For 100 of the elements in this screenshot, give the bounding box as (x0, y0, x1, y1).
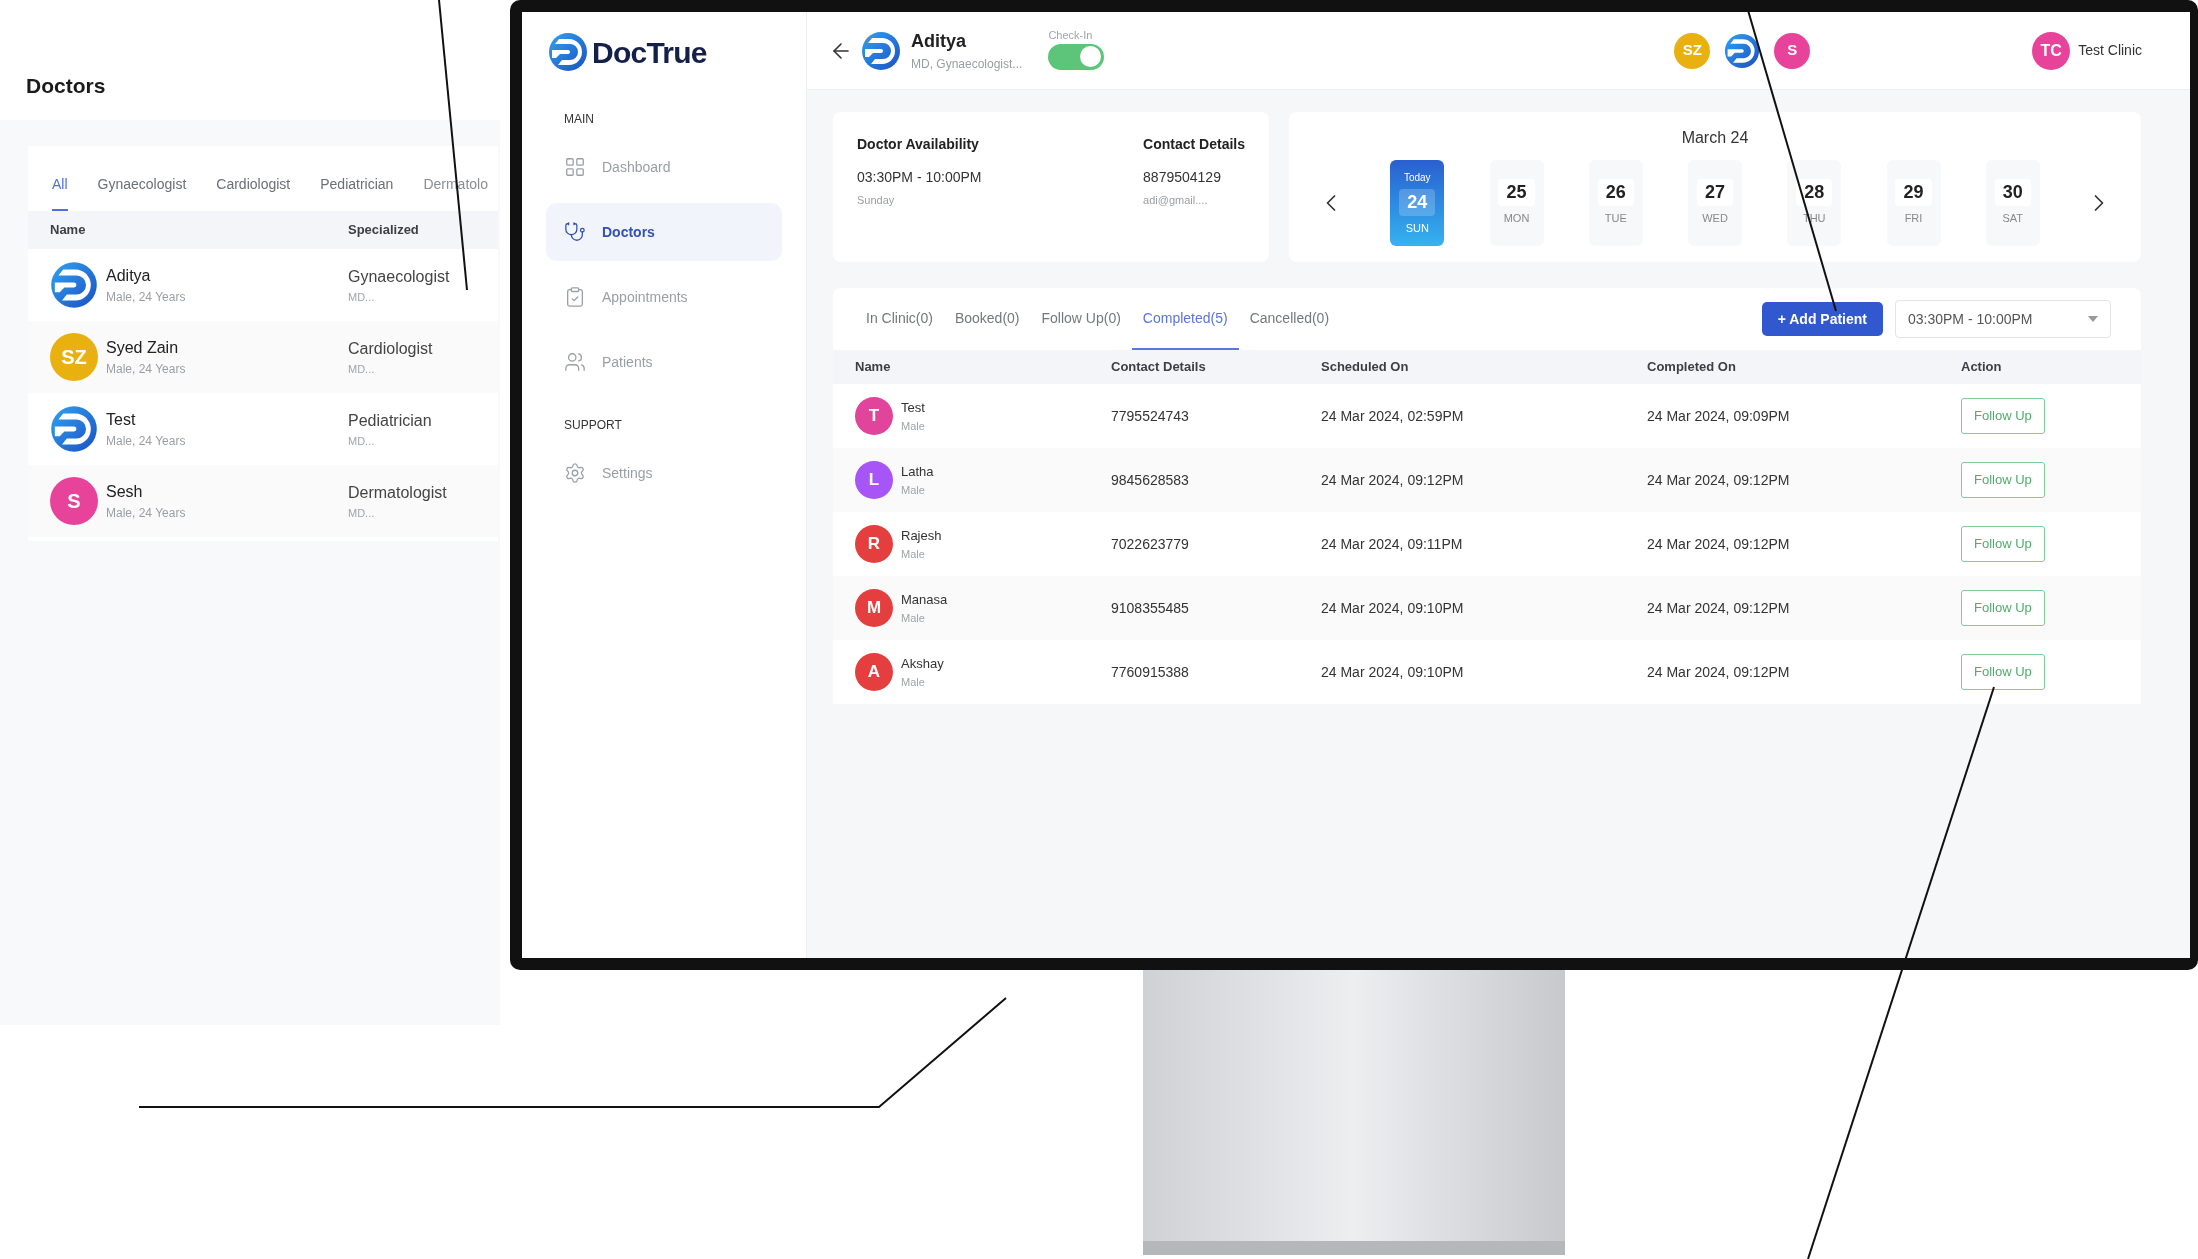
day-chip[interactable]: Today 24 SUN (1390, 160, 1445, 246)
checkin-toggle[interactable] (1048, 43, 1105, 70)
patient-name: Akshay (901, 655, 944, 673)
day-name: FRI (1904, 211, 1923, 227)
users-icon (564, 351, 586, 373)
status-tab[interactable]: Booked(0) (943, 288, 1031, 350)
status-tab[interactable]: Follow Up(0) (1030, 288, 1132, 350)
patient-gender: Male (901, 482, 926, 498)
user-avatar[interactable]: TC (2032, 31, 2071, 70)
doctor-row[interactable]: S Sesh Male, 24 Years Dermatologist MD... (28, 465, 498, 537)
specialty-text: Cardiologist (348, 338, 433, 359)
brand-name: DocTrue (592, 34, 707, 71)
patient-name: Latha (901, 463, 934, 481)
day-name: MON (1503, 211, 1530, 227)
table-cell-text: 24 Mar 2024, 09:12PM (1647, 470, 1791, 490)
grid-icon (564, 156, 586, 178)
doctor-name: Syed Zain (106, 338, 180, 358)
table-cell-text: 24 Mar 2024, 09:12PM (1321, 470, 1465, 490)
degree-text: MD... (348, 361, 376, 377)
filter-tab[interactable]: Gynaecologist (97, 174, 187, 211)
column-header: Action (1961, 358, 2002, 377)
table-cell-text: 24 Mar 2024, 09:11PM (1321, 534, 1464, 554)
column-header: Name (855, 358, 892, 377)
patient-avatar: L (855, 461, 893, 499)
table-cell-text: 24 Mar 2024, 09:12PM (1647, 598, 1791, 618)
dropdown-caret-icon (2088, 316, 2098, 322)
degree-text: MD... (348, 289, 376, 305)
doctor-info: Male, 24 Years (106, 361, 186, 378)
patient-name: Manasa (901, 591, 948, 609)
contact-phone: 8879504129 (1143, 168, 1222, 187)
doctor-subtitle: MD, Gynaecologist... (911, 56, 1023, 73)
settings-icon (564, 462, 586, 484)
status-tab[interactable]: In Clinic(0) (855, 288, 944, 350)
logo-icon (861, 30, 901, 71)
nav-item[interactable]: Doctors (546, 203, 782, 261)
time-slot-select[interactable]: 03:30PM - 10:00PM (1895, 300, 2111, 338)
doctor-info: Male, 24 Years (106, 505, 186, 522)
patient-name: Rajesh (901, 527, 942, 545)
follow-up-button[interactable]: Follow Up (1961, 654, 2045, 690)
day-name: TUE (1604, 211, 1627, 227)
day-chip[interactable]: 25 MON (1489, 160, 1544, 246)
table-cell-text: 24 Mar 2024, 02:59PM (1321, 406, 1465, 426)
day-date: 28 (1796, 179, 1833, 207)
doctor-name: Aditya (911, 30, 967, 53)
follow-up-button[interactable]: Follow Up (1961, 590, 2045, 626)
doctor-name: Sesh (106, 482, 144, 502)
table-cell-text: 24 Mar 2024, 09:12PM (1647, 534, 1791, 554)
column-header: Name (49, 221, 87, 240)
patient-avatar: T (855, 397, 893, 435)
follow-up-button[interactable]: Follow Up (1961, 398, 2045, 434)
day-date: 29 (1895, 179, 1932, 207)
clipboard-icon (564, 286, 586, 308)
patient-avatar: M (855, 589, 893, 627)
status-tab[interactable]: Cancelled(0) (1238, 288, 1341, 350)
day-date: 24 (1399, 188, 1436, 216)
day-date: 30 (1994, 179, 2031, 207)
patient-name: Test (901, 399, 925, 417)
day-chip[interactable]: 27 WED (1688, 160, 1742, 246)
section-heading: MAIN (563, 111, 595, 128)
follow-up-button[interactable]: Follow Up (1961, 462, 2045, 498)
month-label: March 24 (1681, 128, 1749, 148)
card-title: Doctor Availability (857, 135, 980, 154)
filter-tab[interactable]: Cardiologist (216, 174, 291, 211)
table-cell-text: 7795524743 (1111, 406, 1190, 426)
specialty-text: Dermatologist (348, 482, 447, 503)
degree-text: MD... (348, 505, 376, 521)
table-cell-text: 9108355485 (1111, 598, 1190, 618)
nav-item[interactable]: Settings (546, 444, 782, 502)
availability-time: 03:30PM - 10:00PM (857, 168, 982, 187)
doctor-row[interactable]: SZ Syed Zain Male, 24 Years Cardiologist MD... (28, 321, 498, 393)
logo-icon (50, 261, 98, 309)
nav-item[interactable]: Patients (546, 333, 782, 391)
column-header: Contact Details (1111, 358, 1207, 377)
doctor-info: Male, 24 Years (106, 433, 186, 450)
page-title: Doctors (26, 73, 106, 99)
filter-tab[interactable]: Pediatrician (320, 174, 394, 211)
initials-avatar: S (1774, 32, 1811, 69)
card-title: Contact Details (1143, 135, 1245, 154)
day-chip[interactable]: 29 FRI (1886, 160, 1941, 246)
table-cell-text: 24 Mar 2024, 09:10PM (1321, 598, 1465, 618)
doctor-name: Test (106, 410, 137, 430)
logo-icon (50, 405, 98, 453)
patient-gender: Male (901, 610, 926, 626)
doctor-name: Aditya (106, 266, 152, 286)
patient-avatar: A (855, 653, 893, 691)
day-date: 27 (1697, 179, 1733, 207)
add-patient-button[interactable]: + Add Patient (1761, 302, 1883, 336)
initials-avatar: SZ (1674, 32, 1711, 69)
nav-item[interactable]: Dashboard (546, 138, 782, 196)
logo-icon (1724, 32, 1761, 69)
initials-avatar: SZ (50, 333, 98, 381)
patient-gender: Male (901, 418, 925, 434)
nav-item[interactable]: Appointments (546, 268, 782, 326)
degree-text: MD... (348, 433, 376, 449)
day-chip[interactable]: 30 SAT (1985, 160, 2040, 246)
day-chip[interactable]: 26 TUE (1588, 160, 1643, 246)
follow-up-button[interactable]: Follow Up (1961, 526, 2045, 562)
user-name: Test Clinic (2078, 41, 2142, 60)
table-cell-text: 7022623779 (1111, 534, 1190, 554)
today-label: Today (1403, 170, 1431, 185)
